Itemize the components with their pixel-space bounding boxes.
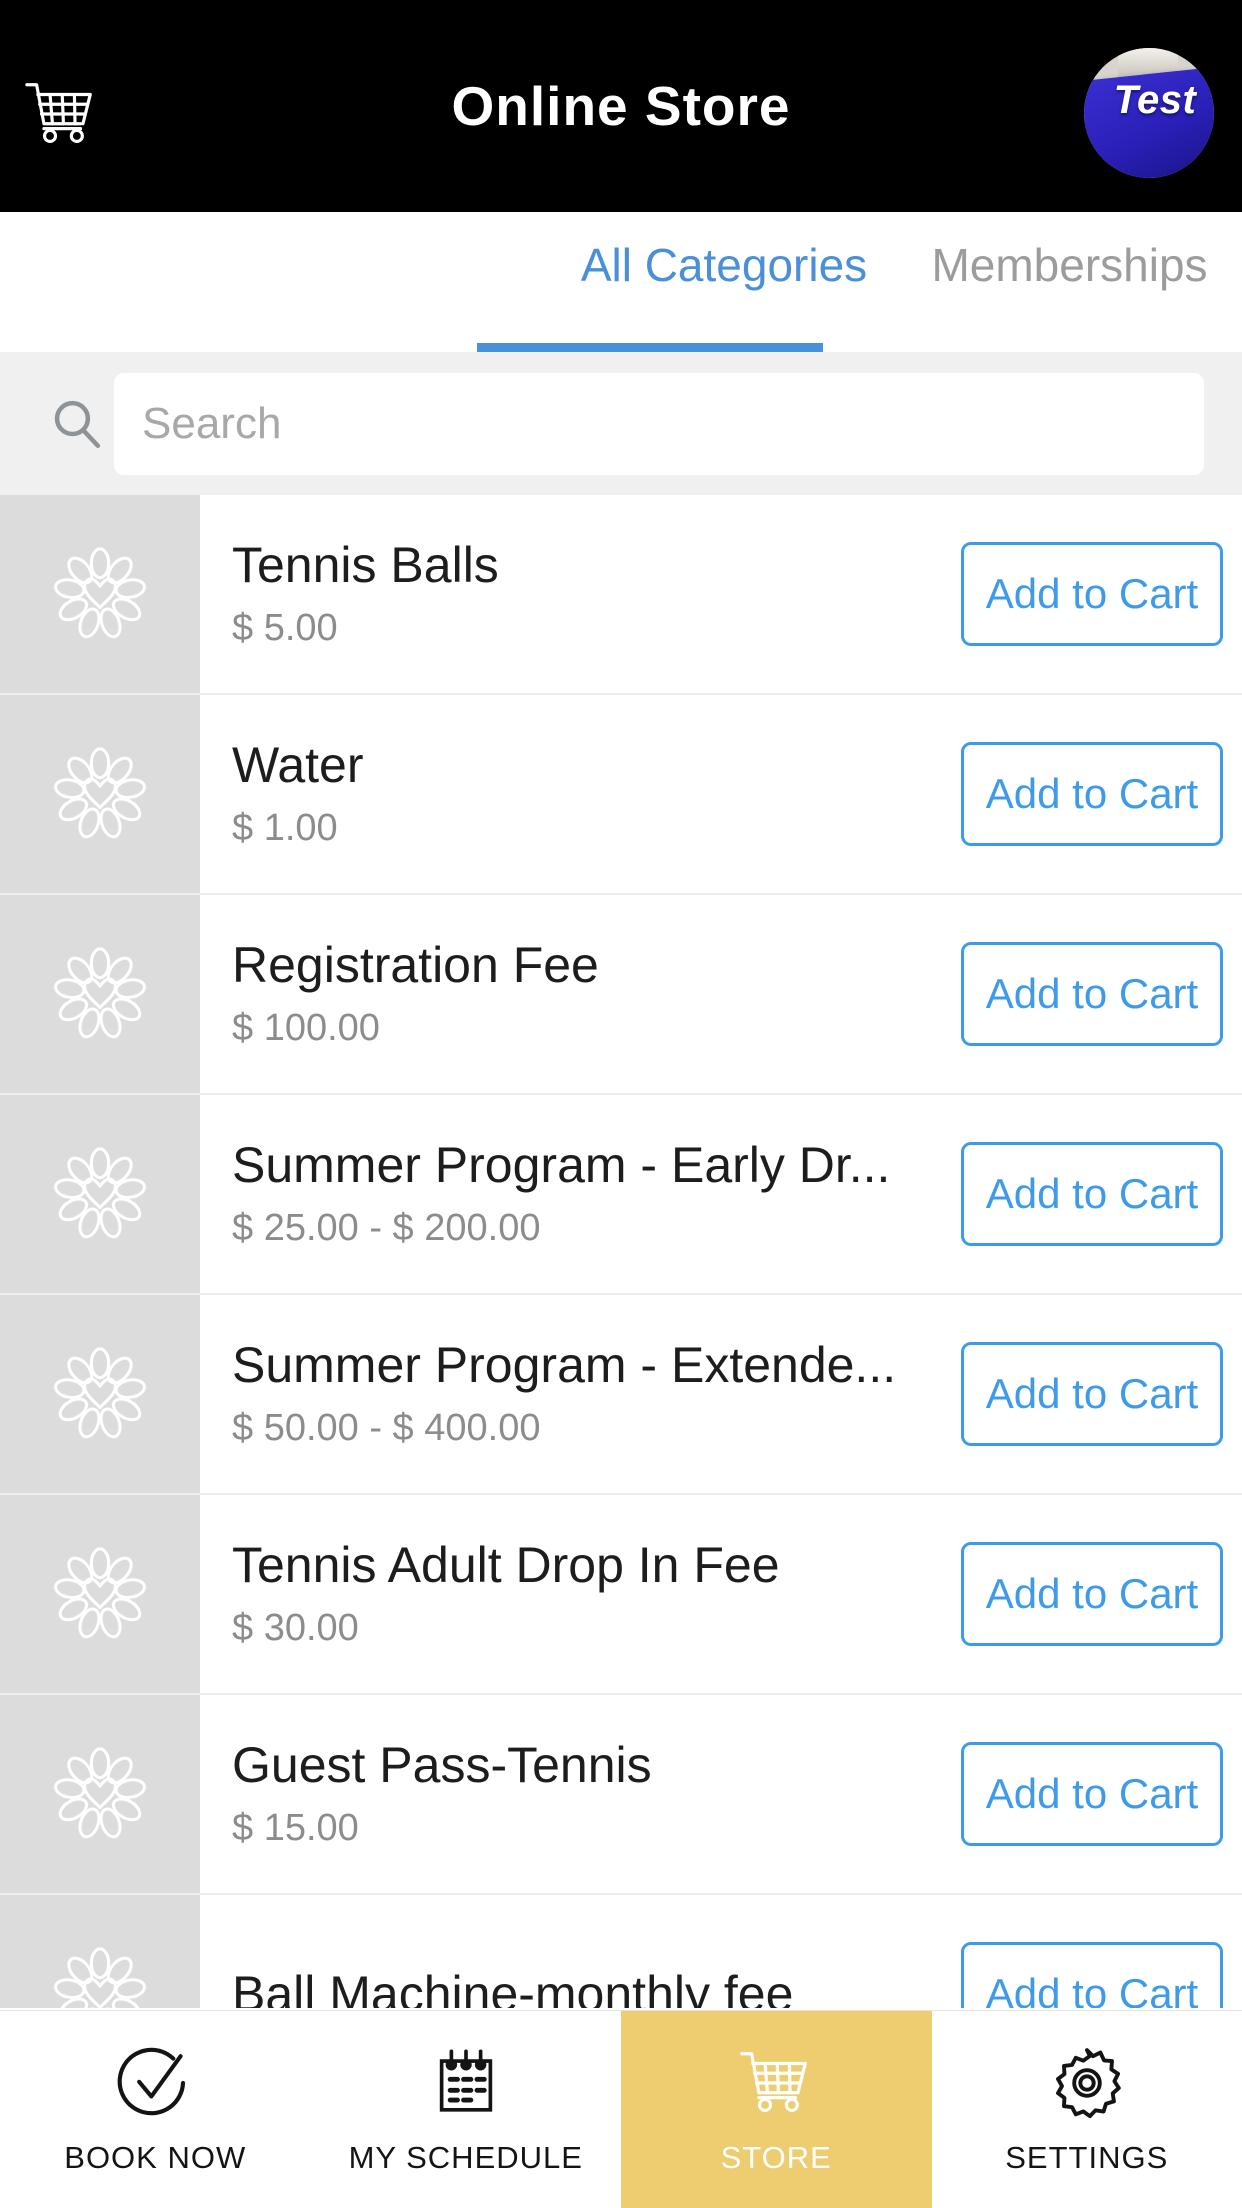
add-to-cart-button[interactable]: Add to Cart <box>961 1742 1223 1846</box>
product-price: $ 25.00 - $ 200.00 <box>232 1207 541 1249</box>
product-action: Add to Cart <box>942 1295 1242 1493</box>
product-action: Add to Cart <box>942 1895 1242 2008</box>
product-thumbnail <box>0 1895 200 2008</box>
bottom-navigation: BOOK NOW MY SCHEDULE STORE SETTINGS <box>0 2010 1242 2208</box>
product-action: Add to Cart <box>942 1495 1242 1693</box>
header-cart-button[interactable] <box>22 64 142 164</box>
nav-item-settings-label: SETTINGS <box>1005 2139 1169 2175</box>
product-placeholder-icon <box>53 1947 147 2008</box>
product-info: Tennis Adult Drop In Fee $ 30.00 <box>200 1495 942 1693</box>
gear-icon <box>1055 2047 1121 2118</box>
product-placeholder-icon <box>53 1147 147 1239</box>
product-name: Tennis Balls <box>232 538 499 593</box>
product-thumbnail <box>0 1295 200 1493</box>
search-bar <box>0 352 1242 495</box>
avatar-label: Test <box>1113 77 1197 122</box>
product-info: Guest Pass-Tennis $ 15.00 <box>200 1695 942 1893</box>
product-name: Summer Program - Extende... <box>232 1338 897 1393</box>
product-row[interactable]: Tennis Adult Drop In Fee $ 30.00 Add to Ca… <box>0 1495 1242 1695</box>
product-placeholder-icon <box>53 1747 147 1839</box>
product-name: Guest Pass-Tennis <box>232 1738 652 1793</box>
product-info: Registration Fee $ 100.00 <box>200 895 942 1093</box>
category-tabs: All Categories Memberships <box>0 212 1242 352</box>
nav-item-store-label: STORE <box>720 2139 832 2175</box>
product-price: $ 1.00 <box>232 807 338 849</box>
product-action: Add to Cart <box>942 695 1242 893</box>
product-list[interactable]: Tennis Balls $ 5.00 Add to Cart Water $ 1.0… <box>0 495 1242 2008</box>
tab-all-categories[interactable]: All Categories <box>551 212 897 352</box>
calendar-icon <box>439 2048 492 2112</box>
product-row[interactable]: Water $ 1.00 Add to Cart <box>0 695 1242 895</box>
product-name: Summer Program - Early Dr... <box>232 1138 891 1193</box>
product-name: Tennis Adult Drop In Fee <box>232 1538 780 1593</box>
product-price: $ 50.00 - $ 400.00 <box>232 1407 541 1449</box>
product-info: Summer Program - Early Dr... $ 25.00 - $ … <box>200 1095 942 1293</box>
shopping-cart-icon <box>740 2051 808 2112</box>
product-row[interactable]: Guest Pass-Tennis $ 15.00 Add to Cart <box>0 1695 1242 1895</box>
tab-memberships-label: Memberships <box>931 239 1208 291</box>
product-info: Summer Program - Extende... $ 50.00 - $ 4… <box>200 1295 942 1493</box>
product-thumbnail <box>0 1695 200 1893</box>
tab-memberships[interactable]: Memberships <box>897 212 1242 352</box>
product-thumbnail <box>0 1495 200 1693</box>
product-action: Add to Cart <box>942 895 1242 1093</box>
add-to-cart-button[interactable]: Add to Cart <box>961 542 1223 646</box>
product-info: Tennis Balls $ 5.00 <box>200 495 942 693</box>
product-info: Ball Machine-monthly fee <box>200 1895 942 2009</box>
product-action: Add to Cart <box>942 495 1242 693</box>
product-name: Ball Machine-monthly fee <box>232 1966 794 2009</box>
product-name: Registration Fee <box>232 938 599 993</box>
product-thumbnail <box>0 695 200 893</box>
product-row[interactable]: Summer Program - Early Dr... $ 25.00 - $ … <box>0 1095 1242 1295</box>
app-screen: Online Store Test All Categories Members… <box>0 0 1242 2208</box>
avatar[interactable]: Test <box>1084 48 1214 178</box>
nav-item-book-now[interactable]: BOOK NOW <box>0 2011 311 2208</box>
add-to-cart-button[interactable]: Add to Cart <box>961 1942 1223 2008</box>
nav-item-store[interactable]: STORE <box>621 2011 932 2208</box>
product-row[interactable]: Summer Program - Extende... $ 50.00 - $ 4… <box>0 1295 1242 1495</box>
product-placeholder-icon <box>53 547 147 639</box>
nav-item-my-schedule-label: MY SCHEDULE <box>348 2139 583 2175</box>
product-thumbnail <box>0 1095 200 1293</box>
product-placeholder-icon <box>53 1347 147 1439</box>
add-to-cart-button[interactable]: Add to Cart <box>961 942 1223 1046</box>
product-info: Water $ 1.00 <box>200 695 942 893</box>
product-name: Water <box>232 738 364 793</box>
nav-item-book-now-label: BOOK NOW <box>64 2139 247 2175</box>
product-placeholder-icon <box>53 1547 147 1639</box>
product-action: Add to Cart <box>942 1095 1242 1293</box>
product-row[interactable]: Ball Machine-monthly fee Add to Cart <box>0 1895 1242 2008</box>
search-input[interactable] <box>114 372 1204 475</box>
product-thumbnail <box>0 895 200 1093</box>
product-row[interactable]: Registration Fee $ 100.00 Add to Cart <box>0 895 1242 1095</box>
shopping-cart-icon <box>25 83 92 144</box>
check-circle-icon <box>117 2047 186 2115</box>
tab-all-categories-label: All Categories <box>580 239 868 291</box>
product-placeholder-icon <box>53 747 147 839</box>
add-to-cart-button[interactable]: Add to Cart <box>961 742 1223 846</box>
active-tab-indicator <box>477 343 823 352</box>
product-price: $ 30.00 <box>232 1607 359 1649</box>
app-header: Online Store Test <box>0 0 1242 212</box>
page-title: Online Store <box>451 75 791 137</box>
add-to-cart-button[interactable]: Add to Cart <box>961 1342 1223 1446</box>
nav-item-settings[interactable]: SETTINGS <box>932 2011 1242 2208</box>
product-price: $ 15.00 <box>232 1807 359 1849</box>
add-to-cart-button[interactable]: Add to Cart <box>961 1542 1223 1646</box>
search-icon[interactable] <box>48 395 106 453</box>
product-row[interactable]: Tennis Balls $ 5.00 Add to Cart <box>0 495 1242 695</box>
nav-item-my-schedule[interactable]: MY SCHEDULE <box>311 2011 622 2208</box>
add-to-cart-button[interactable]: Add to Cart <box>961 1142 1223 1246</box>
product-placeholder-icon <box>53 947 147 1039</box>
product-price: $ 5.00 <box>232 607 338 649</box>
product-thumbnail <box>0 495 200 693</box>
product-action: Add to Cart <box>942 1695 1242 1893</box>
product-price: $ 100.00 <box>232 1007 380 1049</box>
